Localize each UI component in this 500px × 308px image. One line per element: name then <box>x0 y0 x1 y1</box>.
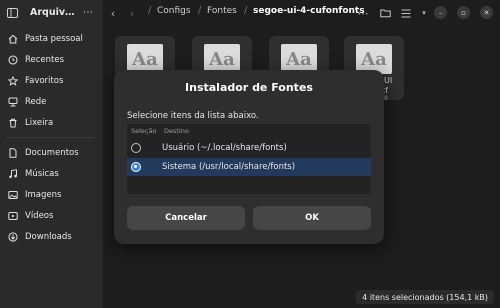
chevron-down-icon[interactable]: ▾ <box>417 6 431 20</box>
option-label: Sistema (/usr/local/share/fonts) <box>162 162 296 172</box>
sidebar: Arquiv… ⋯ Pasta pessoal Recentes Favorit… <box>0 0 103 308</box>
sidebar-item-music[interactable]: Músicas <box>0 165 103 183</box>
sidebar-item-images[interactable]: Imagens <box>0 186 103 204</box>
sidebar-item-favorites[interactable]: Favoritos <box>0 72 103 90</box>
app-title: Arquiv… <box>30 7 75 18</box>
list-view-icon[interactable] <box>399 6 413 20</box>
home-icon <box>8 34 18 44</box>
column-header-destination[interactable]: Destino <box>164 127 189 135</box>
clock-icon <box>8 55 18 65</box>
sidebar-item-home[interactable]: Pasta pessoal <box>0 30 103 48</box>
new-folder-icon[interactable] <box>378 6 392 20</box>
list-item-user[interactable]: Usuário (~/.local/share/fonts) <box>127 139 371 157</box>
sidebar-item-label: Lixeira <box>25 118 54 128</box>
document-icon <box>8 148 18 158</box>
download-icon <box>8 232 18 242</box>
file-name-label: UI <box>384 76 393 85</box>
sidebar-item-label: Downloads <box>25 232 72 242</box>
sidebar-item-documents[interactable]: Documentos <box>0 144 103 162</box>
minimize-button[interactable]: – <box>434 6 447 19</box>
star-icon <box>8 76 18 86</box>
ok-button[interactable]: OK <box>253 206 371 230</box>
network-icon <box>8 97 18 107</box>
sidebar-item-label: Pasta pessoal <box>25 34 83 44</box>
radio-user[interactable] <box>131 143 141 153</box>
path-separator: / <box>198 5 202 16</box>
sidebar-item-recent[interactable]: Recentes <box>0 51 103 69</box>
cancel-button[interactable]: Cancelar <box>127 206 245 230</box>
header-bar: ‹ › / Configs / Fontes / segoe-ui-4-cufo… <box>103 0 500 25</box>
path-separator: / <box>244 5 248 16</box>
font-installer-dialog: Instalador de Fontes Selecione itens da … <box>114 70 384 244</box>
radio-system[interactable] <box>131 162 141 172</box>
list-header: Seleção Destino <box>127 124 371 138</box>
destination-list: Seleção Destino Usuário (~/.local/share/… <box>127 124 371 194</box>
path-menu-icon[interactable]: ⋯ <box>356 6 370 20</box>
dialog-subtitle: Selecione itens da lista abaixo. <box>127 111 259 121</box>
sidebar-toggle-icon[interactable] <box>6 7 18 19</box>
image-icon <box>8 190 18 200</box>
sidebar-item-videos[interactable]: Vídeos <box>0 207 103 225</box>
sidebar-item-label: Rede <box>25 97 47 107</box>
sidebar-item-network[interactable]: Rede <box>0 93 103 111</box>
more-options-icon[interactable]: ⋯ <box>83 7 94 18</box>
sidebar-item-label: Músicas <box>25 169 59 179</box>
video-icon <box>8 211 18 221</box>
music-icon <box>8 169 18 179</box>
option-label: Usuário (~/.local/share/fonts) <box>162 143 287 153</box>
sidebar-item-label: Favoritos <box>25 76 64 86</box>
forward-button[interactable]: › <box>125 6 139 20</box>
close-button[interactable]: ✕ <box>480 6 493 19</box>
breadcrumb-fontes[interactable]: Fontes <box>207 6 237 16</box>
sidebar-item-label: Documentos <box>25 148 79 158</box>
file-size-label: 8 <box>384 95 388 102</box>
sidebar-item-label: Vídeos <box>25 211 54 221</box>
sidebar-item-label: Imagens <box>25 190 62 200</box>
breadcrumb-current-folder[interactable]: segoe-ui-4-cufonfonts <box>253 6 365 16</box>
trash-icon <box>8 118 18 128</box>
sidebar-item-downloads[interactable]: Downloads <box>0 228 103 246</box>
breadcrumb-configs[interactable]: Configs <box>157 6 191 16</box>
maximize-button[interactable]: ▫ <box>457 6 470 19</box>
sidebar-item-label: Recentes <box>25 55 65 65</box>
back-button[interactable]: ‹ <box>106 6 120 20</box>
list-item-system[interactable]: Sistema (/usr/local/share/fonts) <box>127 158 371 176</box>
selection-status: 4 itens selecionados (154,1 kB) <box>356 290 494 304</box>
sidebar-item-trash[interactable]: Lixeira <box>0 114 103 132</box>
path-separator: / <box>148 5 152 16</box>
sidebar-divider <box>6 137 96 138</box>
column-header-selection[interactable]: Seleção <box>131 127 156 135</box>
dialog-title: Instalador de Fontes <box>185 81 313 94</box>
